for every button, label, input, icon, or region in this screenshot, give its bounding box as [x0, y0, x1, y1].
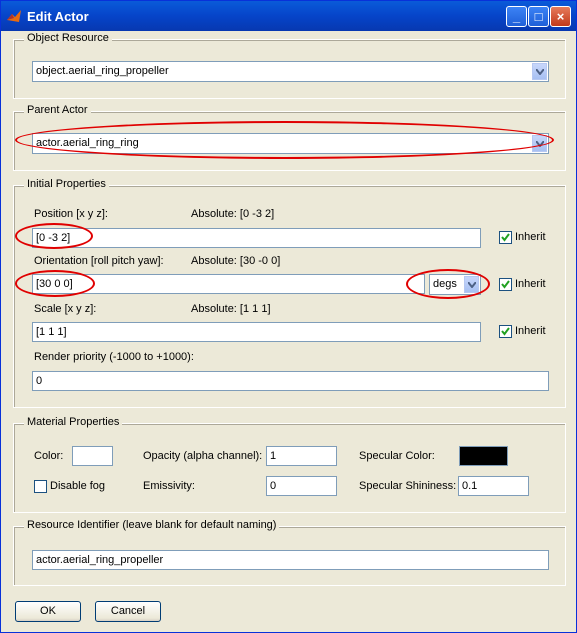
position-absolute: Absolute: [0 -3 2]	[191, 208, 275, 220]
scale-input[interactable]: [1 1 1]	[32, 322, 481, 342]
ok-button[interactable]: OK	[15, 601, 81, 622]
orientation-inherit-label: Inherit	[515, 278, 546, 290]
parent-actor-value: actor.aerial_ring_ring	[36, 137, 139, 149]
render-priority-label: Render priority (-1000 to +1000):	[34, 351, 194, 363]
chevron-down-icon[interactable]	[532, 63, 547, 80]
cancel-button[interactable]: Cancel	[95, 601, 161, 622]
orientation-label: Orientation [roll pitch yaw]:	[34, 255, 164, 267]
scale-label: Scale [x y z]:	[34, 303, 97, 315]
scale-value: [1 1 1]	[36, 326, 67, 338]
position-label: Position [x y z]:	[34, 208, 108, 220]
material-properties-label: Material Properties	[24, 416, 123, 428]
opacity-value: 1	[270, 450, 277, 462]
scale-inherit-checkbox[interactable]	[499, 325, 512, 338]
color-swatch[interactable]	[72, 446, 113, 466]
specular-color-swatch[interactable]	[459, 446, 508, 466]
position-inherit-label: Inherit	[515, 231, 546, 243]
maximize-button[interactable]: □	[528, 6, 549, 27]
close-button[interactable]: ×	[550, 6, 571, 27]
orientation-inherit-checkbox[interactable]	[499, 278, 512, 291]
shininess-label: Specular Shininess:	[359, 480, 457, 492]
specular-color-label: Specular Color:	[359, 450, 435, 462]
object-resource-select[interactable]: object.aerial_ring_propeller	[32, 61, 549, 82]
orientation-units-value: degs	[433, 278, 457, 290]
checkmark-icon	[501, 280, 510, 289]
emissivity-value: 0	[270, 480, 277, 492]
orientation-units-select[interactable]: degs	[429, 274, 481, 295]
title-bar[interactable]: Edit Actor _ □ ×	[1, 1, 576, 31]
matlab-icon	[7, 10, 21, 22]
disable-fog-checkbox[interactable]	[34, 480, 47, 493]
resource-identifier-input[interactable]: actor.aerial_ring_propeller	[32, 550, 549, 570]
material-properties-group: Material Properties	[13, 416, 566, 513]
chevron-down-icon[interactable]	[464, 276, 479, 293]
opacity-input[interactable]: 1	[266, 446, 337, 466]
minimize-button[interactable]: _	[506, 6, 527, 27]
minimize-icon: _	[512, 9, 521, 24]
color-label: Color:	[34, 450, 64, 462]
window-title: Edit Actor	[27, 9, 89, 24]
position-input[interactable]: [0 -3 2]	[32, 228, 481, 248]
render-priority-value: 0	[36, 375, 43, 387]
shininess-value: 0.1	[462, 480, 478, 492]
object-resource-value: object.aerial_ring_propeller	[36, 65, 169, 77]
parent-actor-label: Parent Actor	[24, 104, 91, 116]
chevron-down-icon[interactable]	[532, 135, 547, 152]
emissivity-input[interactable]: 0	[266, 476, 337, 496]
position-value: [0 -3 2]	[36, 232, 71, 244]
orientation-input[interactable]: [30 0 0]	[32, 274, 425, 294]
edit-actor-dialog: Edit Actor _ □ × Object Resource object.…	[0, 0, 577, 633]
scale-absolute: Absolute: [1 1 1]	[191, 303, 271, 315]
opacity-label: Opacity (alpha channel):	[143, 450, 263, 462]
shininess-input[interactable]: 0.1	[458, 476, 529, 496]
maximize-icon: □	[534, 9, 543, 24]
checkmark-icon	[501, 233, 510, 242]
scale-inherit-label: Inherit	[515, 325, 546, 337]
checkmark-icon	[501, 327, 510, 336]
emissivity-label: Emissivity:	[143, 480, 195, 492]
orientation-value: [30 0 0]	[36, 278, 73, 290]
initial-properties-label: Initial Properties	[24, 178, 109, 190]
orientation-absolute: Absolute: [30 -0 0]	[191, 255, 281, 267]
resource-identifier-label: Resource Identifier (leave blank for def…	[24, 519, 280, 531]
resource-identifier-value: actor.aerial_ring_propeller	[36, 554, 164, 566]
position-inherit-checkbox[interactable]	[499, 231, 512, 244]
parent-actor-select[interactable]: actor.aerial_ring_ring	[32, 133, 549, 154]
disable-fog-label: Disable fog	[50, 480, 106, 492]
close-icon: ×	[556, 9, 565, 24]
object-resource-label: Object Resource	[24, 32, 112, 44]
render-priority-input[interactable]: 0	[32, 371, 549, 391]
